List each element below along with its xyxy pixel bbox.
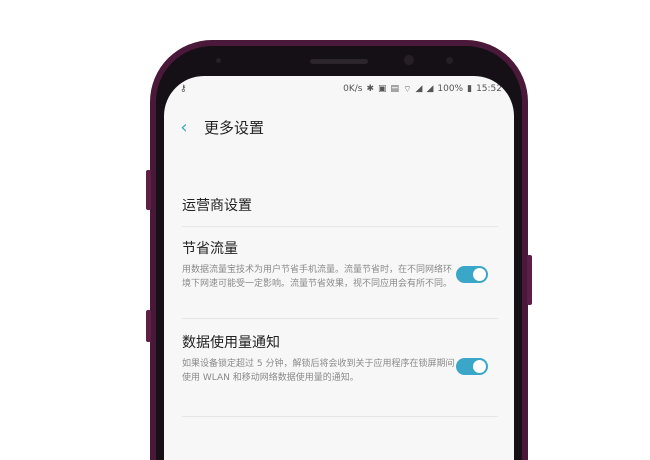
back-button[interactable]: ‹ [164,117,204,138]
status-bar: ⚷ 0K/s ✱ ▣ ▤ ⌔ ◢ ◢ 100% ▮ 15:52 [180,82,502,96]
nfc-icon: ▣ [378,84,387,94]
data-saver-description: 用数据流量宝技术为用户节省手机流量。流量节省时，在不同网络环境下网速可能受一定影… [182,265,453,289]
bixby-button [146,310,151,342]
signal-2-icon: ◢ [426,84,434,94]
signal-icon: ◢ [415,84,423,94]
usage-notification-toggle[interactable] [456,358,488,375]
clock: 15:52 [476,84,502,94]
data-saver-toggle[interactable] [456,266,488,283]
usage-notification-description: 如果设备锁定超过 5 分钟，解锁后将会收到关于应用程序在锁屏期间使用 WLAN … [182,359,455,383]
alarm-icon: ▤ [390,84,400,94]
bluetooth-icon: ✱ [366,84,375,94]
wifi-icon: ⌔ [403,84,412,95]
volume-button [146,170,151,210]
power-button [527,255,532,305]
app-header: ‹ 更多设置 [164,110,514,144]
iris-scanner [446,57,453,64]
usage-notification-label: 数据使用量通知 [182,335,280,351]
page-title: 更多设置 [204,118,265,137]
phone-frame: ⚷ 0K/s ✱ ▣ ▤ ⌔ ◢ ◢ 100% ▮ 15:52 ‹ 更多设置 运… [146,40,532,460]
usage-notification-item[interactable]: 数据使用量通知 如果设备锁定超过 5 分钟，解锁后将会收到关于应用程序在锁屏期间… [182,332,498,417]
carrier-settings-label: 运营商设置 [182,198,252,214]
network-speed: 0K/s [343,84,363,94]
phone-bezel: ⚷ 0K/s ✱ ▣ ▤ ⌔ ◢ ◢ 100% ▮ 15:52 ‹ 更多设置 运… [156,46,522,460]
proximity-sensor [216,58,221,63]
data-saver-label: 节省流量 [182,241,238,257]
data-saver-item[interactable]: 节省流量 用数据流量宝技术为用户节省手机流量。流量节省时，在不同网络环境下网速可… [182,238,498,319]
status-right: 0K/s ✱ ▣ ▤ ⌔ ◢ ◢ 100% ▮ 15:52 [343,84,502,95]
battery-icon: ▮ [467,84,473,94]
carrier-settings-item[interactable]: 运营商设置 [182,184,498,227]
battery-percent: 100% [437,84,464,94]
phone-screen: ⚷ 0K/s ✱ ▣ ▤ ⌔ ◢ ◢ 100% ▮ 15:52 ‹ 更多设置 运… [164,76,514,460]
earpiece-speaker [310,59,368,64]
front-camera [404,55,414,65]
key-icon: ⚷ [180,84,187,94]
chevron-left-icon: ‹ [180,116,188,138]
